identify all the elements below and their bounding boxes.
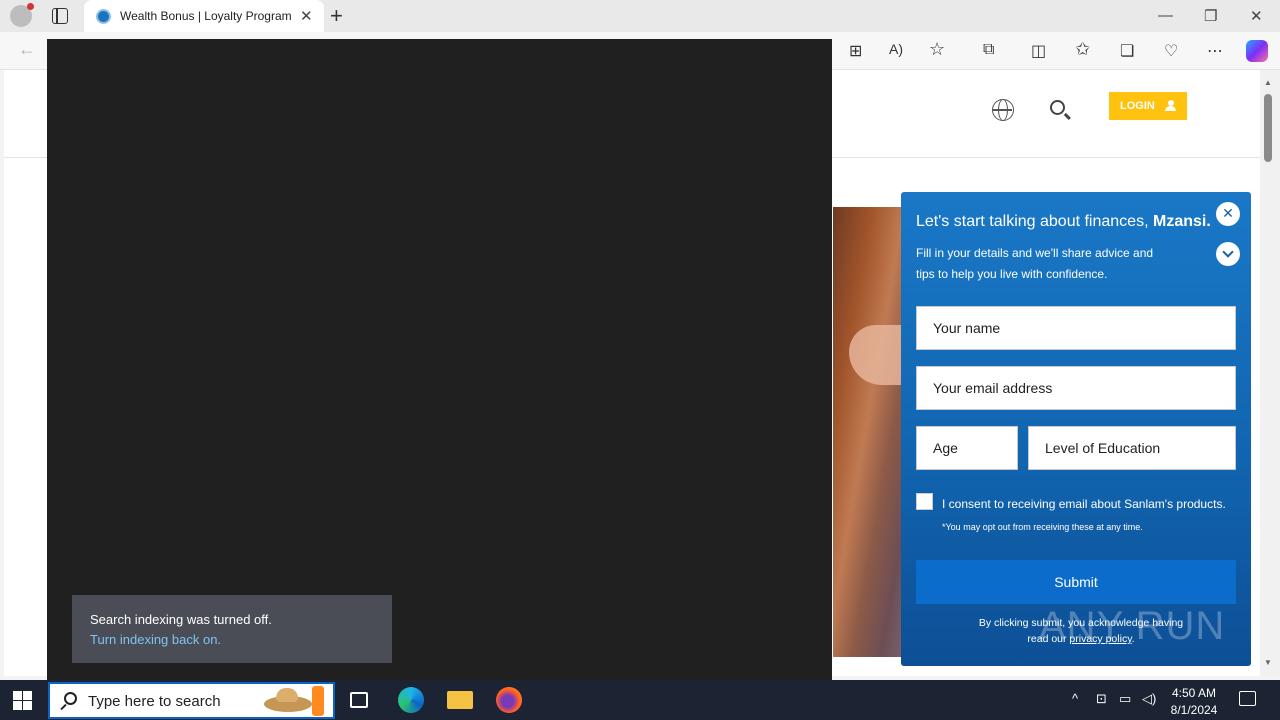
indexing-message: Search indexing was turned off.	[90, 612, 272, 627]
scroll-up-icon[interactable]: ▲	[1264, 78, 1272, 87]
optout-note: *You may opt out from receiving these at…	[942, 522, 1143, 532]
search-panel-overlay	[47, 39, 832, 680]
minimize-button[interactable]: —	[1158, 7, 1173, 24]
tab-wealth-bonus[interactable]: Wealth Bonus | Loyalty Programme ✕	[84, 0, 324, 32]
notification-center-icon[interactable]	[1239, 691, 1256, 706]
form-close-button[interactable]: ✕	[1216, 202, 1240, 226]
more-icon[interactable]: ⋯	[1207, 41, 1223, 61]
new-tab-button[interactable]: +	[330, 3, 343, 29]
windows-taskbar: Type here to search ^ ⊡ ▭ ◁) 4:50 AM 8/1…	[0, 680, 1280, 720]
profile-avatar-icon[interactable]	[10, 3, 34, 27]
user-icon	[1165, 100, 1176, 112]
education-select[interactable]: Level of Education	[1028, 426, 1236, 470]
favorites-icon[interactable]: ✩	[1075, 39, 1090, 60]
submit-button[interactable]: Submit	[916, 560, 1236, 604]
search-icon	[64, 692, 77, 705]
extensions-icon[interactable]: ⧉	[983, 41, 994, 59]
form-title-name: Mzansi.	[1152, 213, 1211, 230]
login-label: LOGIN	[1120, 100, 1155, 112]
clock-date: 8/1/2024	[1170, 703, 1218, 717]
language-globe-icon[interactable]	[992, 99, 1014, 121]
volume-icon[interactable]: ◁)	[1142, 691, 1156, 707]
read-aloud-icon[interactable]: A)	[889, 41, 903, 57]
tab-actions-icon[interactable]	[52, 8, 68, 24]
turn-indexing-on-link[interactable]: Turn indexing back on.	[90, 632, 221, 647]
edge-browser-icon[interactable]	[398, 687, 424, 713]
lead-capture-form: Let's start talking about finances, Mzan…	[901, 192, 1251, 666]
search-highlight-illustration	[262, 686, 324, 716]
indexing-notification: Search indexing was turned off. Turn ind…	[72, 595, 392, 663]
age-field[interactable]: Age	[916, 426, 1018, 470]
site-favicon-icon	[96, 9, 111, 24]
form-title-prefix: Let's start talking about finances,	[916, 213, 1149, 230]
scroll-down-icon[interactable]: ▼	[1264, 658, 1272, 667]
firefox-icon[interactable]	[496, 687, 522, 713]
browser-tab-bar: Wealth Bonus | Loyalty Programme ✕ + — ❐…	[0, 0, 1280, 32]
form-description: Fill in your details and we'll share adv…	[916, 246, 1154, 281]
browser-essentials-icon[interactable]: ♡	[1164, 41, 1178, 61]
form-title: Let's start talking about finances, Mzan…	[916, 213, 1211, 231]
chevron-down-icon[interactable]	[1216, 242, 1240, 266]
site-search-icon[interactable]	[1050, 100, 1065, 115]
system-clock[interactable]: 4:50 AM 8/1/2024	[1162, 685, 1226, 719]
email-field[interactable]: Your email address	[916, 366, 1236, 410]
back-arrow-icon[interactable]: ←	[18, 39, 36, 60]
tab-close-button[interactable]: ✕	[300, 7, 313, 25]
taskbar-search-input[interactable]: Type here to search	[48, 682, 335, 719]
copilot-icon[interactable]	[1246, 40, 1268, 62]
close-window-button[interactable]: ✕	[1250, 7, 1263, 25]
apps-icon[interactable]: ⊞	[849, 41, 862, 61]
split-screen-icon[interactable]: ◫	[1031, 41, 1046, 61]
windows-start-icon[interactable]	[13, 691, 32, 710]
search-placeholder: Type here to search	[88, 693, 221, 710]
login-button[interactable]: LOGIN	[1109, 92, 1187, 120]
anyrun-watermark: ANY RUN	[1039, 604, 1226, 648]
clock-time: 4:50 AM	[1171, 686, 1217, 700]
favorite-star-icon[interactable]: ☆	[929, 39, 945, 60]
network-icon[interactable]: ▭	[1119, 691, 1131, 707]
file-explorer-icon[interactable]	[447, 691, 473, 709]
tab-title: Wealth Bonus | Loyalty Programme	[120, 9, 292, 23]
restore-button[interactable]: ❐	[1204, 7, 1217, 25]
collections-icon[interactable]: ❏	[1120, 41, 1134, 61]
task-view-icon[interactable]	[350, 692, 368, 708]
consent-label: I consent to receiving email about Sanla…	[942, 497, 1226, 511]
consent-checkbox[interactable]	[916, 493, 933, 510]
name-field[interactable]: Your name	[916, 306, 1236, 350]
tray-device-icon[interactable]: ⊡	[1096, 691, 1107, 707]
scrollbar-thumb[interactable]	[1264, 94, 1272, 162]
tray-chevron-icon[interactable]: ^	[1072, 691, 1078, 706]
